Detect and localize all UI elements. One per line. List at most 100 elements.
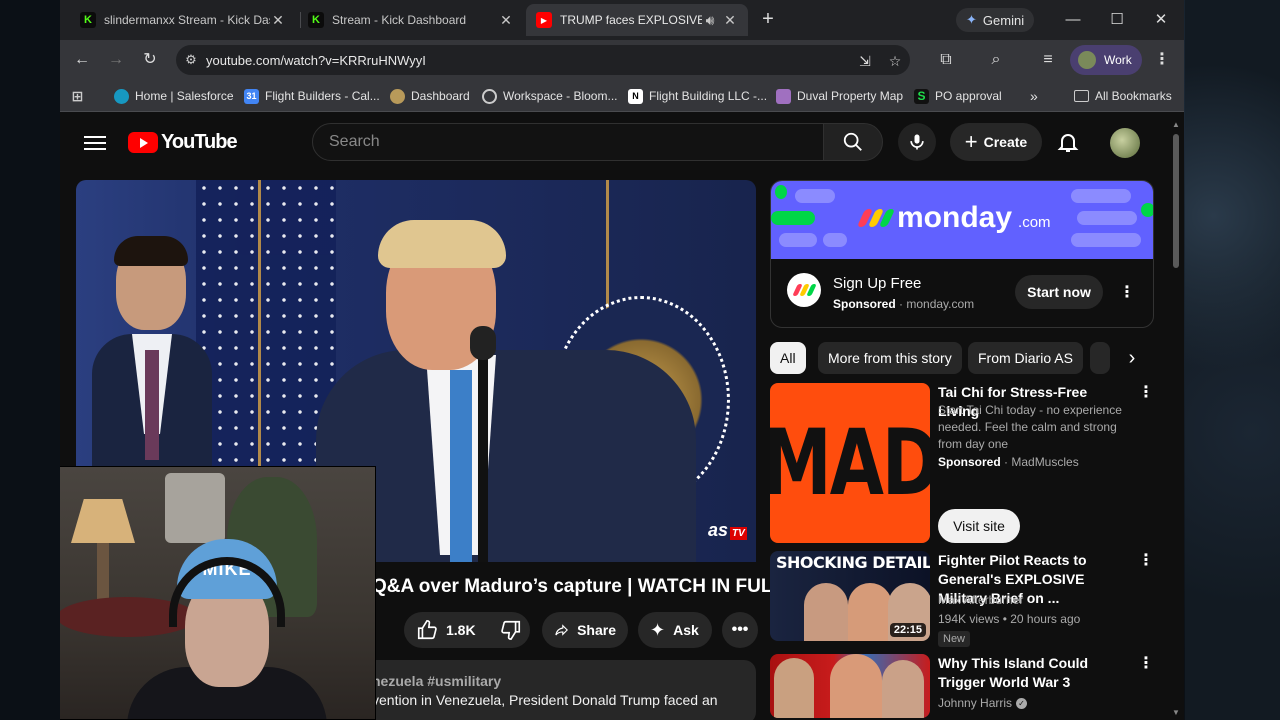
notion-icon: N <box>628 88 643 104</box>
back-button[interactable]: ← <box>70 48 94 72</box>
voice-search-button[interactable] <box>898 123 936 161</box>
rec-menu-icon[interactable]: ⋮ <box>1136 654 1156 674</box>
search-input[interactable] <box>329 133 823 151</box>
map-icon <box>776 88 791 104</box>
reload-button[interactable]: ↻ <box>138 48 162 72</box>
description-hashtags[interactable]: nezuela #usmilitary <box>372 673 501 689</box>
tab-title: slindermanxx Stream - Kick Dashboard <box>104 13 270 27</box>
advertiser-logo[interactable] <box>787 273 821 307</box>
new-tab-button[interactable]: + <box>756 8 780 32</box>
close-tab-icon[interactable]: ✕ <box>498 12 514 29</box>
page-scrollbar[interactable]: ▲ ▼ <box>1170 120 1182 720</box>
tab-kick-dashboard[interactable]: K Stream - Kick Dashboard ✕ <box>298 4 524 36</box>
sparkle-icon: ✦ <box>650 619 666 640</box>
microphone-icon <box>910 134 924 150</box>
ask-label: Ask <box>673 622 699 638</box>
chip-partial[interactable] <box>1090 342 1110 374</box>
rec-channel[interactable]: Max Afterburner <box>938 593 1023 607</box>
browser-menu-icon[interactable]: ⋮ <box>1150 48 1174 72</box>
rec-desc: Start Tai Chi today - no experience <box>938 403 1122 417</box>
create-button[interactable]: + Create <box>950 123 1042 161</box>
rec-menu-icon[interactable]: ⋮ <box>1136 383 1156 403</box>
video-thumbnail[interactable]: SHOCKING DETAILS 22:15 <box>770 551 930 641</box>
video-thumbnail[interactable] <box>770 654 930 718</box>
recommendation-video[interactable]: SHOCKING DETAILS 22:15 Fighter Pilot Rea… <box>770 551 1156 647</box>
bookmark-star-icon[interactable]: ☆ <box>886 52 904 70</box>
close-window-button[interactable]: ✕ <box>1149 8 1173 32</box>
notifications-bell-icon[interactable] <box>1056 130 1080 154</box>
url-text[interactable]: youtube.com/watch?v=KRRruHNWyyI <box>206 53 426 68</box>
apps-grid-icon[interactable]: ⊞ <box>70 87 85 105</box>
account-avatar[interactable] <box>1110 128 1140 158</box>
filter-chips: All More from this story From Diario AS <box>770 342 1154 374</box>
speaker-icon[interactable]: 🔊︎ <box>702 12 718 29</box>
close-tab-icon[interactable]: ✕ <box>270 12 286 29</box>
search-icon <box>843 132 862 151</box>
recommendation-video[interactable]: Why This Island Could Trigger World War … <box>770 654 1154 720</box>
bookmark-label: Dashboard <box>411 89 470 103</box>
extensions-icon[interactable]: ⧉ <box>934 48 958 72</box>
tab-youtube-video[interactable]: ▶ TRUMP faces EXPLOSIVE PRESS 🔊︎ ✕ <box>526 4 748 36</box>
menu-icon[interactable] <box>84 132 106 154</box>
ask-button[interactable]: ✦ Ask <box>638 612 712 648</box>
bookmark-label: Home | Salesforce <box>135 89 234 103</box>
scrollbar-thumb[interactable] <box>1173 134 1179 268</box>
lens-search-icon[interactable]: ⌕ <box>984 48 1008 72</box>
install-app-icon[interactable]: ⇲ <box>856 52 874 70</box>
profile-button[interactable]: Work <box>1070 45 1142 75</box>
youtube-logo[interactable]: YouTube <box>128 131 238 154</box>
ad-title[interactable]: Sign Up Free <box>833 275 921 292</box>
ad-thumbnail[interactable]: MAD <box>770 383 930 543</box>
rec-meta: 194K views • 20 hours ago <box>938 612 1081 626</box>
thumbs-up-icon <box>417 620 437 640</box>
recommendation-ad[interactable]: MAD Tai Chi for Stress-Free Living Start… <box>770 383 1154 543</box>
gemini-label: Gemini <box>982 12 1025 28</box>
ad-banner[interactable]: monday .com <box>771 181 1153 259</box>
visit-site-button[interactable]: Visit site <box>938 509 1020 543</box>
folder-icon <box>1074 90 1089 102</box>
start-now-button[interactable]: Start now <box>1015 275 1103 309</box>
share-button[interactable]: Share <box>542 612 628 648</box>
chip-all[interactable]: All <box>770 342 806 374</box>
more-actions-button[interactable]: ••• <box>722 612 758 648</box>
streamer-webcam-overlay: MIKE <box>60 466 376 720</box>
more-bookmarks-icon[interactable]: » <box>1030 87 1038 105</box>
bookmark-workspace[interactable]: Workspace - Bloom... <box>482 87 617 105</box>
chip-more-from-story[interactable]: More from this story <box>818 342 962 374</box>
bookmark-label: PO approval <box>935 89 1002 103</box>
rec-menu-icon[interactable]: ⋮ <box>1136 551 1156 571</box>
media-controls-icon[interactable]: ≡ <box>1036 48 1060 72</box>
address-bar[interactable]: ⚙︎ youtube.com/watch?v=KRRruHNWyyI ⇲ ☆ <box>176 45 910 75</box>
rec-title[interactable]: Why This Island Could Trigger World War … <box>938 654 1128 692</box>
chip-from-diario-as[interactable]: From Diario AS <box>968 342 1083 374</box>
site-info-icon[interactable]: ⚙︎ <box>176 52 206 68</box>
maximize-button[interactable]: ☐ <box>1105 8 1129 32</box>
ad-menu-icon[interactable]: ⋮ <box>1117 283 1137 303</box>
browser-window: K slindermanxx Stream - Kick Dashboard ✕… <box>60 0 1184 720</box>
minimize-button[interactable]: — <box>1061 8 1085 32</box>
search-button[interactable] <box>823 123 883 161</box>
sponsored-ad-card[interactable]: monday .com Sign Up Free Sponsored · mond… <box>770 180 1154 328</box>
forward-button[interactable]: → <box>104 48 128 72</box>
verified-check-icon: ✓ <box>1016 698 1028 710</box>
tab-kick-stream[interactable]: K slindermanxx Stream - Kick Dashboard ✕ <box>70 4 296 36</box>
rec-channel[interactable]: Johnny Harris ✓ <box>938 696 1028 710</box>
like-button[interactable]: 1.8K <box>404 612 488 648</box>
kick-icon: K <box>80 12 96 28</box>
bookmark-salesforce[interactable]: Home | Salesforce <box>114 87 234 105</box>
profile-label: Work <box>1104 53 1132 67</box>
browser-toolbar: ← → ↻ ⚙︎ youtube.com/watch?v=KRRruHNWyyI… <box>60 40 1184 80</box>
ad-info: Sign Up Free Sponsored · monday.com Star… <box>771 259 1153 327</box>
chips-next-arrow-icon[interactable]: › <box>1116 342 1148 374</box>
bookmark-notion[interactable]: N Flight Building LLC -... <box>628 87 767 105</box>
close-tab-icon[interactable]: ✕ <box>722 12 738 29</box>
bookmark-calendar[interactable]: 31 Flight Builders - Cal... <box>244 87 380 105</box>
all-bookmarks-folder[interactable]: All Bookmarks <box>1074 87 1172 105</box>
scroll-up-arrow-icon[interactable]: ▲ <box>1171 120 1181 130</box>
bookmark-po-approval[interactable]: S PO approval <box>914 87 1002 105</box>
bookmark-property-map[interactable]: Duval Property Map <box>776 87 903 105</box>
scroll-down-arrow-icon[interactable]: ▼ <box>1171 708 1181 718</box>
gemini-button[interactable]: ✦ Gemini <box>956 8 1035 32</box>
bookmark-dashboard[interactable]: Dashboard <box>390 87 470 105</box>
dislike-button[interactable] <box>488 612 534 648</box>
